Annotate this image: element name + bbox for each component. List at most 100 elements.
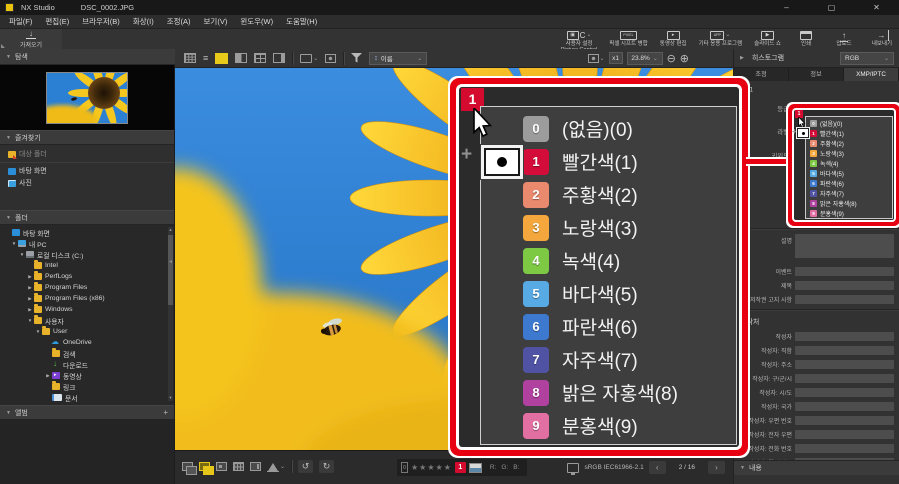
field-input[interactable] [795, 346, 894, 355]
navigation-section-header[interactable]: ▼ 탐색 [0, 49, 175, 65]
folder-tree-item[interactable]: ▼ 사용자 [0, 315, 174, 326]
albums-section-header[interactable]: ▼ 앨범 + [0, 405, 174, 420]
folder-tree-item[interactable]: 검색 [0, 348, 174, 359]
field-input[interactable] [795, 295, 894, 304]
fit-screen-button[interactable]: ⌄ [588, 54, 605, 63]
label-menu-item[interactable]: 3 노랑색(3) [481, 211, 736, 244]
field-input[interactable] [795, 402, 894, 411]
field-input[interactable] [795, 332, 894, 341]
folder-tree-item[interactable]: ▼ User [0, 326, 174, 337]
label-menu-item[interactable]: 2 주황색(2) [481, 178, 736, 211]
label-menu-item[interactable]: 1 빨간색(1) [806, 128, 892, 138]
label-menu-item[interactable]: 9 분홍색(9) [806, 208, 892, 218]
folder-tree-item[interactable]: ▶ 동영상 [0, 370, 174, 381]
label-menu-item[interactable]: 0 (없음)(0) [806, 118, 892, 128]
expander-arrow[interactable]: ▶ [26, 274, 34, 280]
field-input[interactable] [795, 416, 894, 425]
tree-scrollbar[interactable]: ▲▼ [168, 227, 173, 401]
folder-tree-item[interactable]: ▶ PerfLogs [0, 271, 174, 282]
toolbar-collapse-icon[interactable] [1, 44, 5, 48]
label-picker-icon[interactable] [469, 463, 482, 473]
expander-arrow[interactable]: ▶ [44, 373, 52, 379]
info-panel-icon[interactable] [250, 462, 261, 471]
menu-item[interactable]: 화상(I) [133, 16, 154, 27]
field-input[interactable] [795, 281, 894, 290]
field-input[interactable] [795, 388, 894, 397]
field-input[interactable] [795, 267, 894, 276]
label-menu-item[interactable]: 3 노랑색(3) [806, 148, 892, 158]
channel-dropdown[interactable]: RGB ⌄ [840, 52, 894, 65]
label-menu-item[interactable]: 7 자주색(7) [806, 188, 892, 198]
folder-tree-item[interactable]: 문서 [0, 392, 174, 403]
label-menu-item[interactable]: 2 주황색(2) [806, 138, 892, 148]
content-section-header[interactable]: ▼ 내용 [734, 461, 899, 475]
current-label-chip[interactable]: 1 [455, 462, 466, 473]
folder-tree-item[interactable]: 바탕 화면 [0, 227, 174, 238]
single-image-icon[interactable] [216, 462, 227, 471]
split-view-icon[interactable] [235, 53, 247, 63]
star-rating[interactable]: ★★★★★ [411, 463, 452, 473]
field-input[interactable] [795, 374, 894, 383]
label-menu-item[interactable]: 4 녹색(4) [481, 244, 736, 277]
tab-adjust[interactable]: 조정 [734, 68, 789, 81]
folder-tree-item[interactable]: ▼ 내 PC [0, 238, 174, 249]
previous-image-button[interactable]: ‹ [649, 461, 666, 474]
label-menu-item[interactable]: 0 (없음)(0) [481, 112, 736, 145]
description-textarea[interactable] [795, 234, 894, 258]
zoom-percent-dropdown[interactable]: 23.8%⌄ [627, 52, 663, 65]
four-up-view-icon[interactable] [254, 53, 266, 63]
label-menu-item[interactable]: 5 바다색(5) [806, 168, 892, 178]
folder-tree-item[interactable]: ▶ Program Files [0, 282, 174, 293]
label-menu-item[interactable]: 4 녹색(4) [806, 158, 892, 168]
folder-tree-item[interactable]: OneDrive [0, 337, 174, 348]
menu-item[interactable]: 파일(F) [9, 16, 32, 27]
actual-size-button[interactable]: x1 [609, 52, 623, 64]
preview-thumbnail[interactable] [46, 72, 128, 124]
add-album-button[interactable]: + [163, 408, 168, 417]
filmstrip-layout-icon-active[interactable] [199, 462, 210, 471]
label-menu-item[interactable]: 6 파란색(6) [806, 178, 892, 188]
expander-arrow[interactable]: ▶ [26, 307, 34, 313]
tab-info[interactable]: 정보 [789, 68, 844, 81]
folder-tree-item[interactable]: ▶ Program Files (x86) [0, 293, 174, 304]
folders-section-header[interactable]: ▼ 폴더 [0, 210, 174, 225]
zoom-out-icon[interactable]: ⊖ [667, 52, 676, 65]
expander-arrow[interactable]: ▼ [34, 329, 42, 334]
histogram-header[interactable]: ▶ 히스토그램 RGB ⌄ [733, 49, 899, 68]
label-menu-item[interactable]: 7 자주색(7) [481, 343, 736, 376]
tab-xmp-iptc[interactable]: XMP/IPTC [844, 68, 899, 81]
fullscreen-icon[interactable] [325, 54, 336, 63]
screen-mode-button[interactable]: ⌄ [300, 54, 318, 63]
expander-arrow[interactable]: ▼ [26, 318, 34, 323]
grid-icon[interactable] [233, 462, 244, 471]
menu-item[interactable]: 조정(A) [167, 16, 191, 27]
rotate-right-icon[interactable]: ↻ [319, 460, 334, 473]
folder-tree-item[interactable]: Intel [0, 260, 174, 271]
zoom-in-icon[interactable]: ⊕ [680, 52, 689, 65]
list-view-icon[interactable]: ≡ [203, 53, 208, 63]
expander-arrow[interactable]: ▼ [10, 241, 18, 246]
folder-tree-item[interactable]: 다운로드 [0, 359, 174, 370]
menu-item[interactable]: 윈도우(W) [240, 16, 273, 27]
sort-dropdown[interactable]: ↕ 이름 ⌄ [369, 52, 427, 65]
folder-tree-item[interactable]: ▼ 로컬 디스크 (C:) [0, 249, 174, 260]
folder-tree-item[interactable]: 링크 [0, 381, 174, 392]
menu-item[interactable]: 보기(V) [204, 16, 228, 27]
favorite-item[interactable]: 대상 폴더 [0, 148, 174, 160]
close-button[interactable]: ✕ [854, 0, 899, 15]
minimize-button[interactable]: – [764, 0, 809, 15]
filter-icon[interactable] [351, 53, 362, 63]
filmstrip-view-icon[interactable] [273, 53, 285, 63]
label-menu-item[interactable]: 8 밝은 자홍색(8) [481, 376, 736, 409]
folder-tree-item[interactable]: ▶ Windows [0, 304, 174, 315]
next-image-button[interactable]: › [708, 461, 725, 474]
menu-item[interactable]: 도움말(H) [286, 16, 317, 27]
label-menu-item[interactable]: 5 바다색(5) [481, 277, 736, 310]
label-menu-item[interactable]: 6 파란색(6) [481, 310, 736, 343]
import-button[interactable]: ↓ 가져오기 [0, 29, 62, 49]
zero-rating-icon[interactable]: 0 [401, 462, 408, 473]
label-menu-item[interactable]: 9 분홍색(9) [481, 409, 736, 442]
field-input[interactable] [795, 444, 894, 453]
histogram-overlay-button[interactable]: ⌄ [267, 462, 285, 472]
viewer-layout-icon[interactable] [182, 462, 193, 471]
